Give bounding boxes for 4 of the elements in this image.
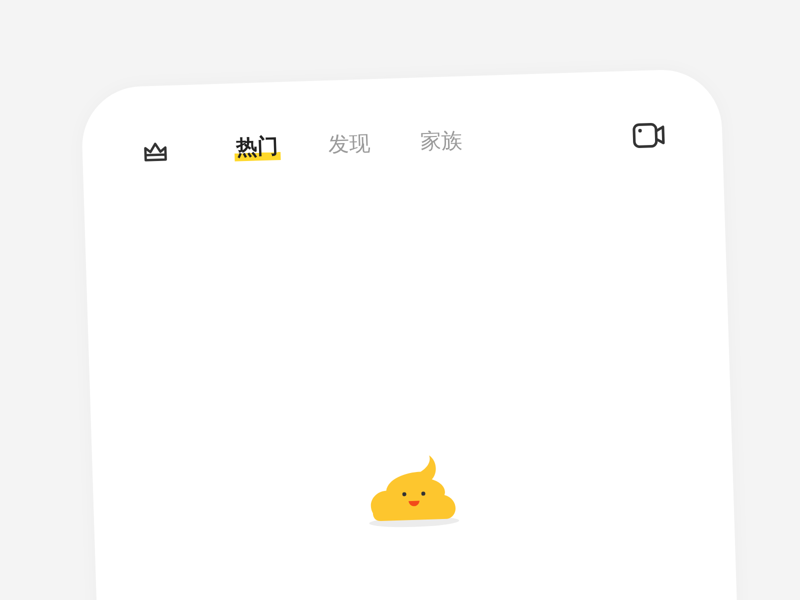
nav-tab[interactable]: 热门: [234, 134, 281, 161]
video-camera-icon[interactable]: [632, 122, 667, 149]
nav-tab[interactable]: 家族: [418, 128, 465, 156]
nav-tab[interactable]: 发现: [326, 131, 373, 158]
